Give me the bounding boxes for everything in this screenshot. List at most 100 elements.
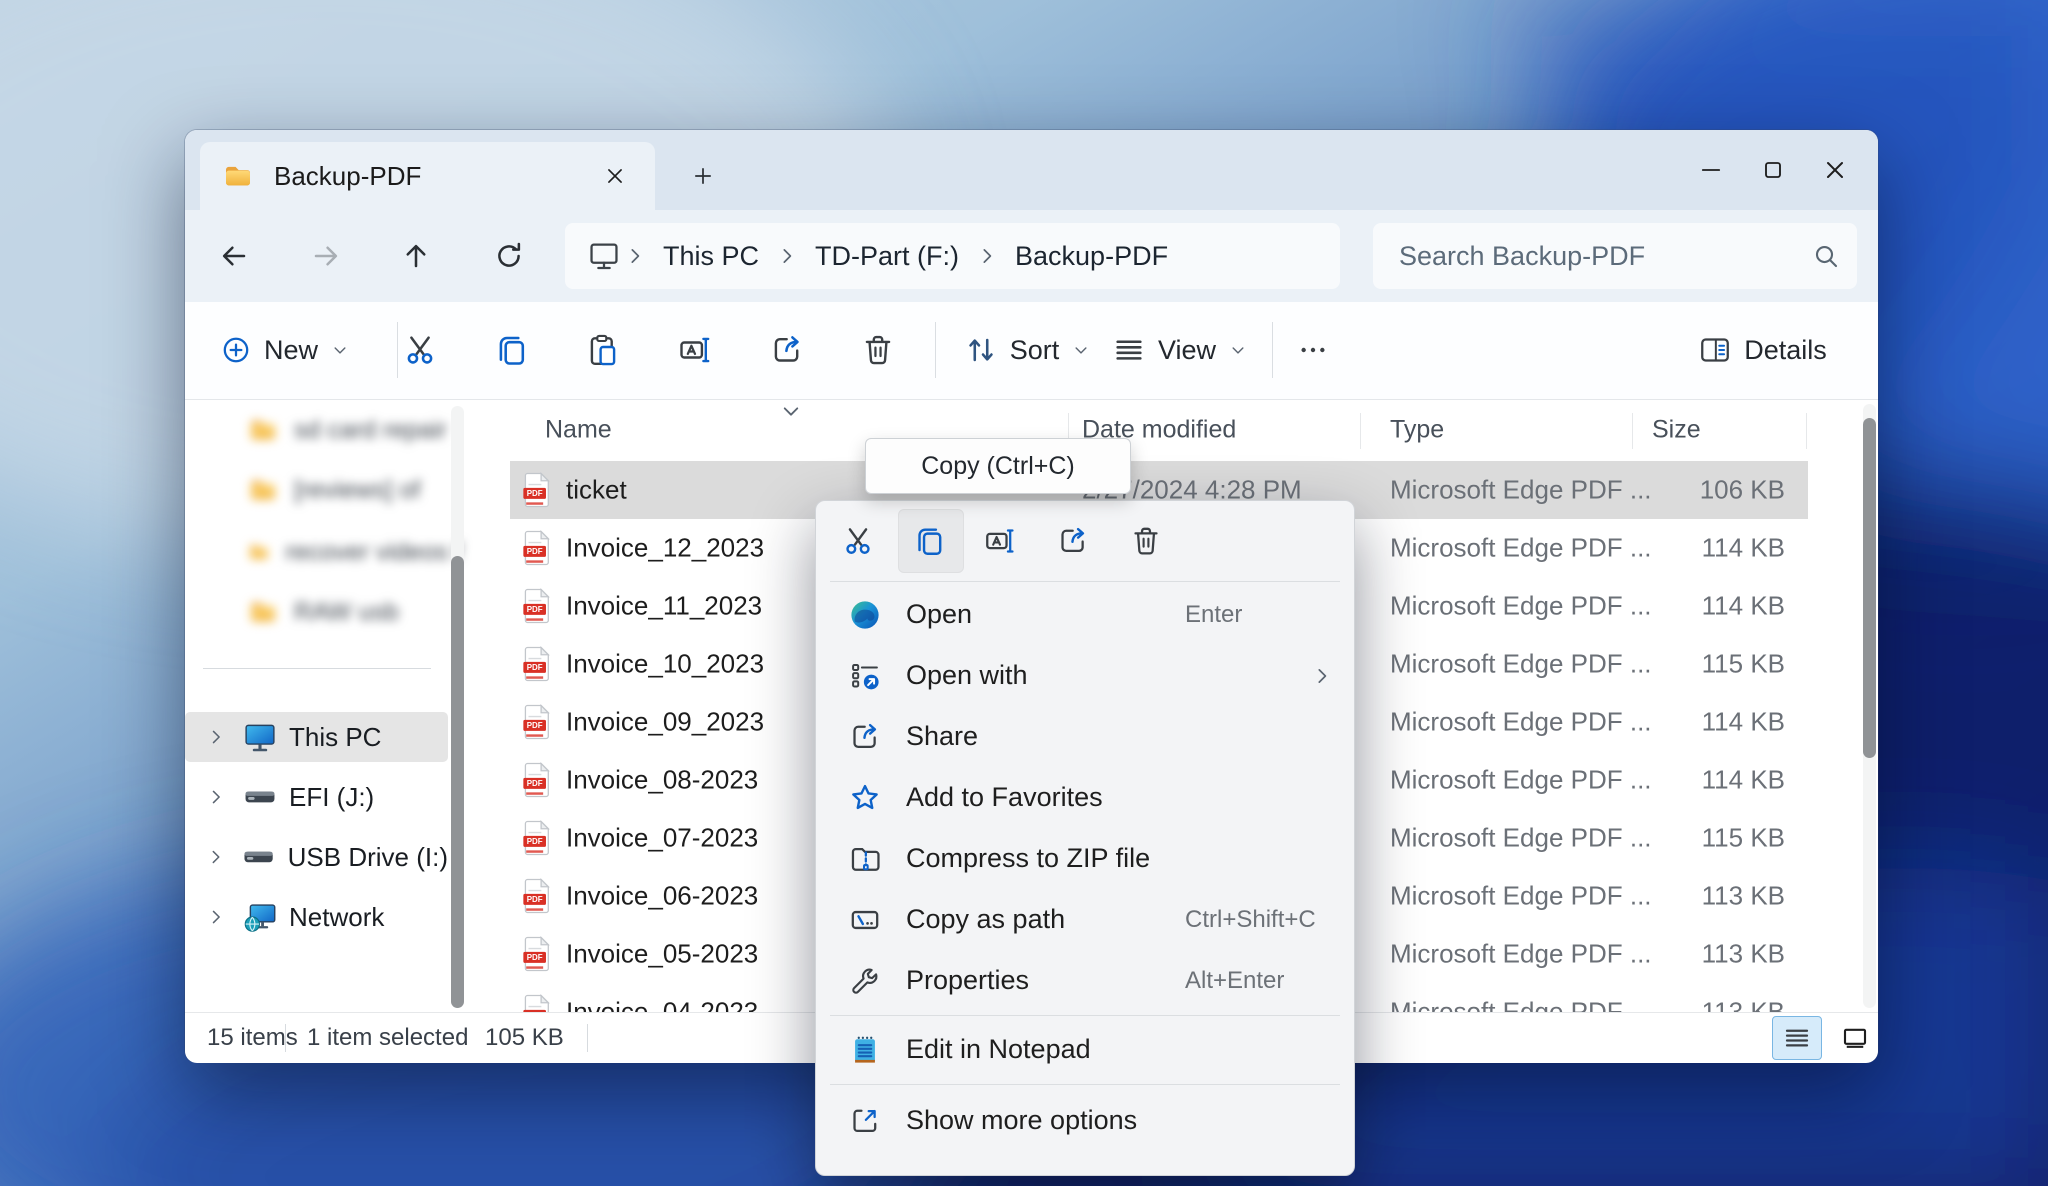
search-icon[interactable] bbox=[1811, 241, 1841, 271]
sidebar-item-network[interactable]: Network bbox=[185, 892, 448, 942]
status-divider bbox=[285, 1024, 286, 1052]
breadcrumb-this-pc[interactable]: This PC bbox=[649, 241, 773, 272]
menu-item-open[interactable]: Open Enter bbox=[822, 584, 1348, 645]
close-window-button[interactable] bbox=[1804, 141, 1866, 199]
new-tab-button[interactable] bbox=[680, 154, 726, 198]
list-view-icon bbox=[1782, 1023, 1812, 1053]
scrollbar-thumb[interactable] bbox=[451, 556, 464, 1008]
address-bar-row: This PC TD-Part (F:) Backup-PDF bbox=[185, 210, 1878, 302]
sidebar-item-efi[interactable]: EFI (J:) bbox=[185, 772, 448, 822]
copy-button[interactable] bbox=[484, 320, 540, 380]
chevron-right-icon[interactable] bbox=[205, 906, 227, 928]
file-list-scrollbar[interactable] bbox=[1863, 404, 1876, 1008]
delete-button[interactable] bbox=[850, 320, 906, 380]
back-button[interactable] bbox=[209, 231, 259, 281]
new-button[interactable]: New bbox=[215, 320, 355, 380]
forward-arrow-icon bbox=[310, 240, 342, 272]
selection-count: 1 item selected bbox=[307, 1024, 468, 1052]
menu-item-properties[interactable]: Properties Alt+Enter bbox=[822, 950, 1348, 1011]
pdf-file-icon bbox=[522, 878, 553, 914]
menu-item-label: Edit in Notepad bbox=[906, 1034, 1091, 1065]
column-divider[interactable] bbox=[1360, 413, 1361, 449]
sidebar-item-label: EFI (J:) bbox=[289, 782, 374, 813]
sort-label: Sort bbox=[1010, 335, 1060, 366]
menu-item-show-more-options[interactable]: Show more options bbox=[822, 1090, 1348, 1151]
menu-share-button[interactable] bbox=[1045, 511, 1101, 571]
details-pane-button[interactable]: Details bbox=[1675, 320, 1850, 380]
sidebar-scrollbar[interactable] bbox=[451, 406, 464, 1006]
chevron-right-icon[interactable] bbox=[205, 846, 226, 868]
search-input[interactable] bbox=[1397, 240, 1811, 273]
share-button[interactable] bbox=[759, 320, 815, 380]
minimize-button[interactable] bbox=[1680, 141, 1742, 199]
sidebar-item-pinned-folder[interactable]: recover videos f bbox=[247, 527, 462, 577]
this-pc-icon[interactable] bbox=[587, 239, 621, 273]
tab-backup-pdf[interactable]: Backup-PDF bbox=[200, 142, 655, 210]
sidebar-item-pinned-folder[interactable]: sd card repair bbox=[247, 405, 462, 455]
forward-button[interactable] bbox=[301, 231, 351, 281]
menu-item-label: Open with bbox=[906, 660, 1028, 691]
menu-item-share[interactable]: Share bbox=[822, 706, 1348, 767]
file-size: 114 KB bbox=[1598, 765, 1785, 796]
menu-cut-button[interactable] bbox=[830, 511, 886, 571]
up-button[interactable] bbox=[391, 231, 441, 281]
menu-item-compress-zip[interactable]: Compress to ZIP file bbox=[822, 828, 1348, 889]
file-size: 114 KB bbox=[1598, 533, 1785, 564]
pdf-file-icon bbox=[522, 820, 553, 856]
details-view-toggle[interactable] bbox=[1772, 1016, 1822, 1060]
file-name: Invoice_06-2023 bbox=[566, 881, 758, 912]
chevron-right-icon[interactable] bbox=[205, 786, 227, 808]
column-header-name[interactable]: Name bbox=[545, 416, 612, 445]
pdf-file-icon bbox=[522, 530, 553, 566]
rename-icon bbox=[677, 332, 713, 368]
breadcrumb-td-part[interactable]: TD-Part (F:) bbox=[801, 241, 973, 272]
file-size: 114 KB bbox=[1598, 591, 1785, 622]
paste-button[interactable] bbox=[575, 320, 631, 380]
file-name: Invoice_09_2023 bbox=[566, 707, 764, 738]
thumbnail-view-toggle[interactable] bbox=[1830, 1016, 1880, 1060]
thumbnail-view-icon bbox=[1840, 1023, 1870, 1053]
sort-button[interactable]: Sort bbox=[955, 320, 1100, 380]
file-size: 113 KB bbox=[1598, 881, 1785, 912]
column-divider[interactable] bbox=[1806, 413, 1807, 449]
scrollbar-thumb[interactable] bbox=[1863, 418, 1876, 758]
file-name: Invoice_04-2023 bbox=[566, 997, 758, 1013]
menu-item-open-with[interactable]: Open with bbox=[822, 645, 1348, 706]
menu-separator bbox=[830, 581, 1340, 582]
folder-icon bbox=[247, 596, 279, 628]
view-button[interactable]: View bbox=[1105, 320, 1255, 380]
menu-item-edit-in-notepad[interactable]: Edit in Notepad bbox=[822, 1019, 1348, 1080]
menu-item-add-to-favorites[interactable]: Add to Favorites bbox=[822, 767, 1348, 828]
sidebar-item-usb-drive[interactable]: USB Drive (I:) bbox=[185, 832, 448, 882]
breadcrumb-backup-pdf[interactable]: Backup-PDF bbox=[1001, 241, 1182, 272]
chevron-right-icon[interactable] bbox=[205, 726, 227, 748]
menu-delete-button[interactable] bbox=[1118, 511, 1174, 571]
refresh-button[interactable] bbox=[484, 231, 534, 281]
breadcrumb: This PC TD-Part (F:) Backup-PDF bbox=[565, 223, 1340, 289]
maximize-button[interactable] bbox=[1742, 141, 1804, 199]
column-divider[interactable] bbox=[1632, 413, 1633, 449]
sidebar-item-pinned-folder[interactable]: RAW usb bbox=[247, 587, 462, 637]
cut-button[interactable] bbox=[392, 320, 448, 380]
menu-separator bbox=[830, 1015, 1340, 1016]
submenu-chevron-icon bbox=[1310, 664, 1334, 688]
sidebar-item-pinned-folder[interactable]: [reviews] of bbox=[247, 465, 462, 515]
star-icon bbox=[848, 781, 882, 815]
menu-item-label: Copy as path bbox=[906, 904, 1065, 935]
column-header-type[interactable]: Type bbox=[1390, 416, 1444, 445]
menu-item-copy-as-path[interactable]: Copy as path Ctrl+Shift+C bbox=[822, 889, 1348, 950]
menu-rename-button[interactable] bbox=[972, 511, 1028, 571]
menu-item-label: Add to Favorites bbox=[906, 782, 1103, 813]
menu-shortcut: Enter bbox=[1185, 601, 1242, 629]
rename-button[interactable] bbox=[667, 320, 723, 380]
new-plus-icon bbox=[220, 334, 252, 366]
sidebar-item-this-pc[interactable]: This PC bbox=[185, 712, 448, 762]
menu-copy-button[interactable] bbox=[902, 511, 958, 571]
see-more-button[interactable] bbox=[1285, 320, 1341, 380]
copy-icon bbox=[494, 332, 530, 368]
menu-shortcut: Ctrl+Shift+C bbox=[1185, 906, 1316, 934]
column-header-size[interactable]: Size bbox=[1652, 416, 1701, 445]
pdf-file-icon bbox=[522, 472, 553, 508]
close-tab-button[interactable] bbox=[593, 154, 637, 198]
file-name: Invoice_07-2023 bbox=[566, 823, 758, 854]
